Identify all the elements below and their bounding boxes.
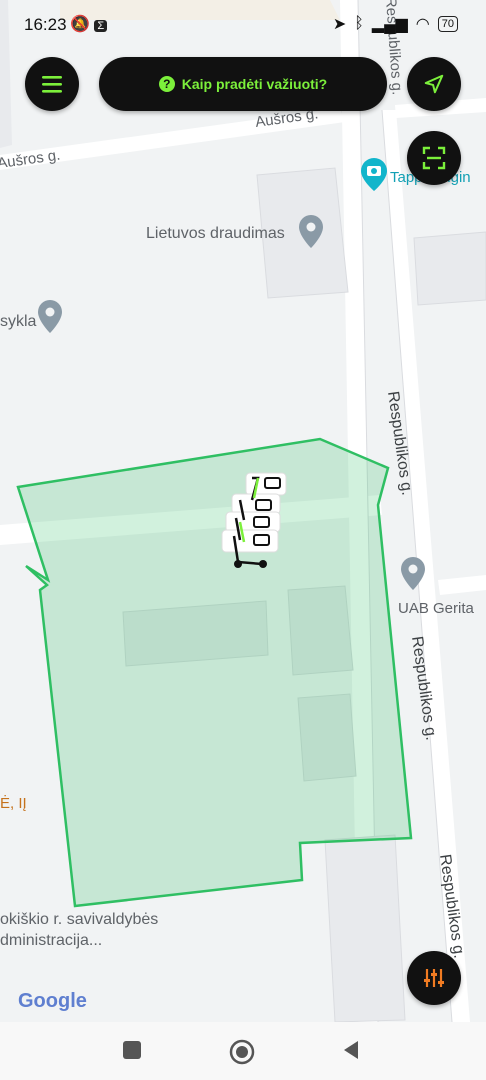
- navigation-arrow-icon: [424, 74, 444, 94]
- notification-icons: 🔕 Σ: [70, 14, 108, 34]
- system-icons: ➤ ᛒ ▂▄▆ ◠ 70: [333, 14, 458, 34]
- how-to-start-button[interactable]: ? Kaip pradėti važiuoti?: [99, 57, 387, 111]
- google-logo: Google: [18, 990, 87, 1012]
- question-icon: ?: [158, 76, 175, 92]
- locate-me-button[interactable]: [407, 57, 461, 111]
- place-label-orange[interactable]: Ė, IĮ: [0, 794, 27, 812]
- building: [413, 231, 486, 306]
- scan-qr-button[interactable]: [407, 131, 461, 185]
- battery-icon: 70: [437, 16, 458, 32]
- qr-scan-icon: [422, 146, 446, 170]
- location-icon: ➤: [332, 16, 347, 33]
- status-bar: 16:23 🔕 Σ ➤ ᛒ ▂▄▆ ◠ 70: [0, 0, 486, 50]
- place-label-uab-gerita[interactable]: UAB Gerita: [398, 600, 475, 617]
- wifi-icon: ◠: [415, 16, 430, 33]
- circle-icon[interactable]: [229, 1039, 255, 1065]
- sigma-app-icon: Σ: [94, 20, 108, 32]
- signal-icon: ▂▄▆: [371, 16, 408, 33]
- square-icon[interactable]: [121, 1039, 143, 1061]
- menu-button[interactable]: [25, 57, 79, 111]
- triangle-back-icon[interactable]: [340, 1039, 362, 1061]
- status-time: 16:23: [24, 15, 67, 34]
- place-label-lietuvos-draudimas[interactable]: Lietuvos draudimas: [146, 225, 285, 242]
- parking-zone[interactable]: [16, 437, 413, 908]
- filter-button[interactable]: [407, 951, 461, 1005]
- filter-sliders-icon: [424, 969, 444, 987]
- place-label-savivaldybe[interactable]: dministracija...: [0, 932, 102, 949]
- bluetooth-icon: ᛒ: [354, 15, 364, 32]
- place-label-sykla[interactable]: sykla: [0, 313, 37, 330]
- building: [324, 834, 406, 1022]
- how-to-start-label: Kaip pradėti važiuoti?: [181, 76, 328, 92]
- place-label-savivaldybe[interactable]: okiškio r. savivaldybės: [0, 911, 158, 928]
- menu-icon: [42, 76, 62, 93]
- bell-off-icon: 🔕: [70, 16, 90, 33]
- system-nav-bar: [0, 1022, 486, 1080]
